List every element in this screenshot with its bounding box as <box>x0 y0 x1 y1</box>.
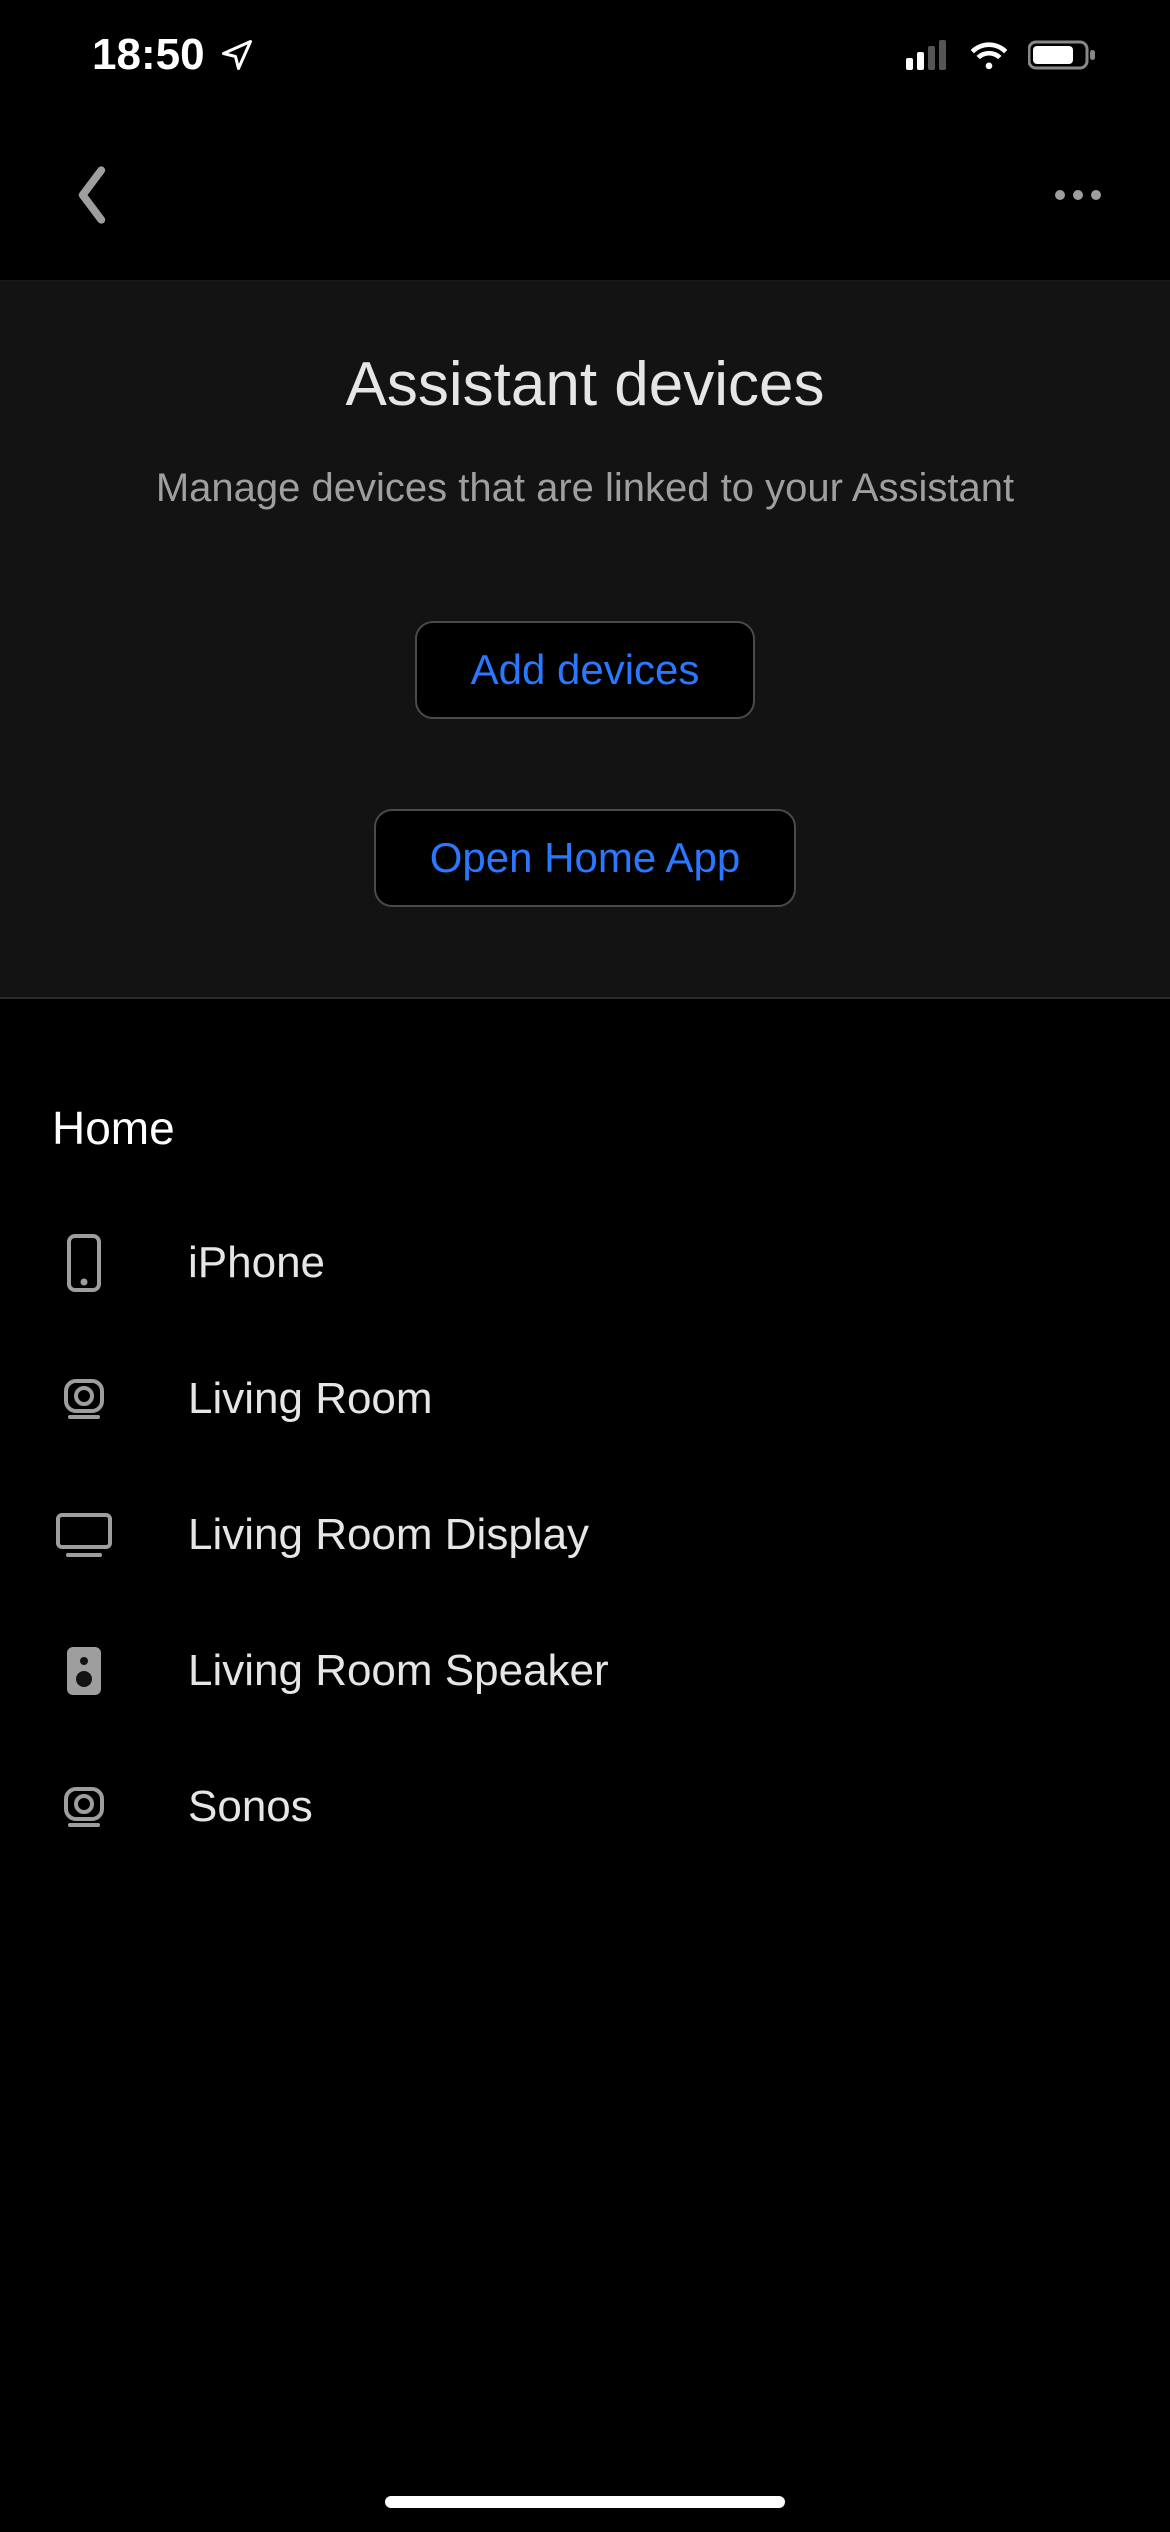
device-label: Living Room <box>188 1374 433 1424</box>
device-label: Living Room Speaker <box>188 1646 609 1696</box>
phone-icon <box>52 1234 116 1292</box>
more-horizontal-icon <box>1052 189 1104 201</box>
location-arrow-icon <box>219 37 255 73</box>
wifi-icon <box>968 40 1010 70</box>
device-label: iPhone <box>188 1238 325 1288</box>
statusbar-left: 18:50 <box>92 30 255 80</box>
webcam-icon <box>52 1375 116 1423</box>
webcam-icon <box>52 1783 116 1831</box>
page-title: Assistant devices <box>40 349 1130 420</box>
back-button[interactable] <box>62 165 122 225</box>
statusbar: 18:50 <box>0 0 1170 110</box>
device-row-iphone[interactable]: iPhone <box>52 1195 1118 1331</box>
statusbar-right <box>906 39 1098 71</box>
section-header-home: Home <box>52 999 1118 1195</box>
chevron-left-icon <box>72 164 112 226</box>
speaker-icon <box>52 1643 116 1699</box>
device-row-sonos[interactable]: Sonos <box>52 1739 1118 1875</box>
device-row-speaker[interactable]: Living Room Speaker <box>52 1603 1118 1739</box>
add-devices-button[interactable]: Add devices <box>415 621 756 719</box>
device-label: Living Room Display <box>188 1510 589 1560</box>
device-label: Sonos <box>188 1782 313 1832</box>
hero-panel: Assistant devices Manage devices that ar… <box>0 280 1170 999</box>
statusbar-time: 18:50 <box>92 30 205 80</box>
page-subtitle: Manage devices that are linked to your A… <box>40 466 1130 511</box>
open-home-app-button[interactable]: Open Home App <box>374 809 797 907</box>
more-button[interactable] <box>1048 165 1108 225</box>
home-indicator[interactable] <box>385 2496 785 2508</box>
cellular-signal-icon <box>906 40 950 70</box>
appbar <box>0 110 1170 280</box>
tv-icon <box>52 1511 116 1559</box>
device-row-livingroom[interactable]: Living Room <box>52 1331 1118 1467</box>
device-row-display[interactable]: Living Room Display <box>52 1467 1118 1603</box>
device-section: Home iPhone Living Room Living Room <box>0 999 1170 1875</box>
battery-icon <box>1028 39 1098 71</box>
